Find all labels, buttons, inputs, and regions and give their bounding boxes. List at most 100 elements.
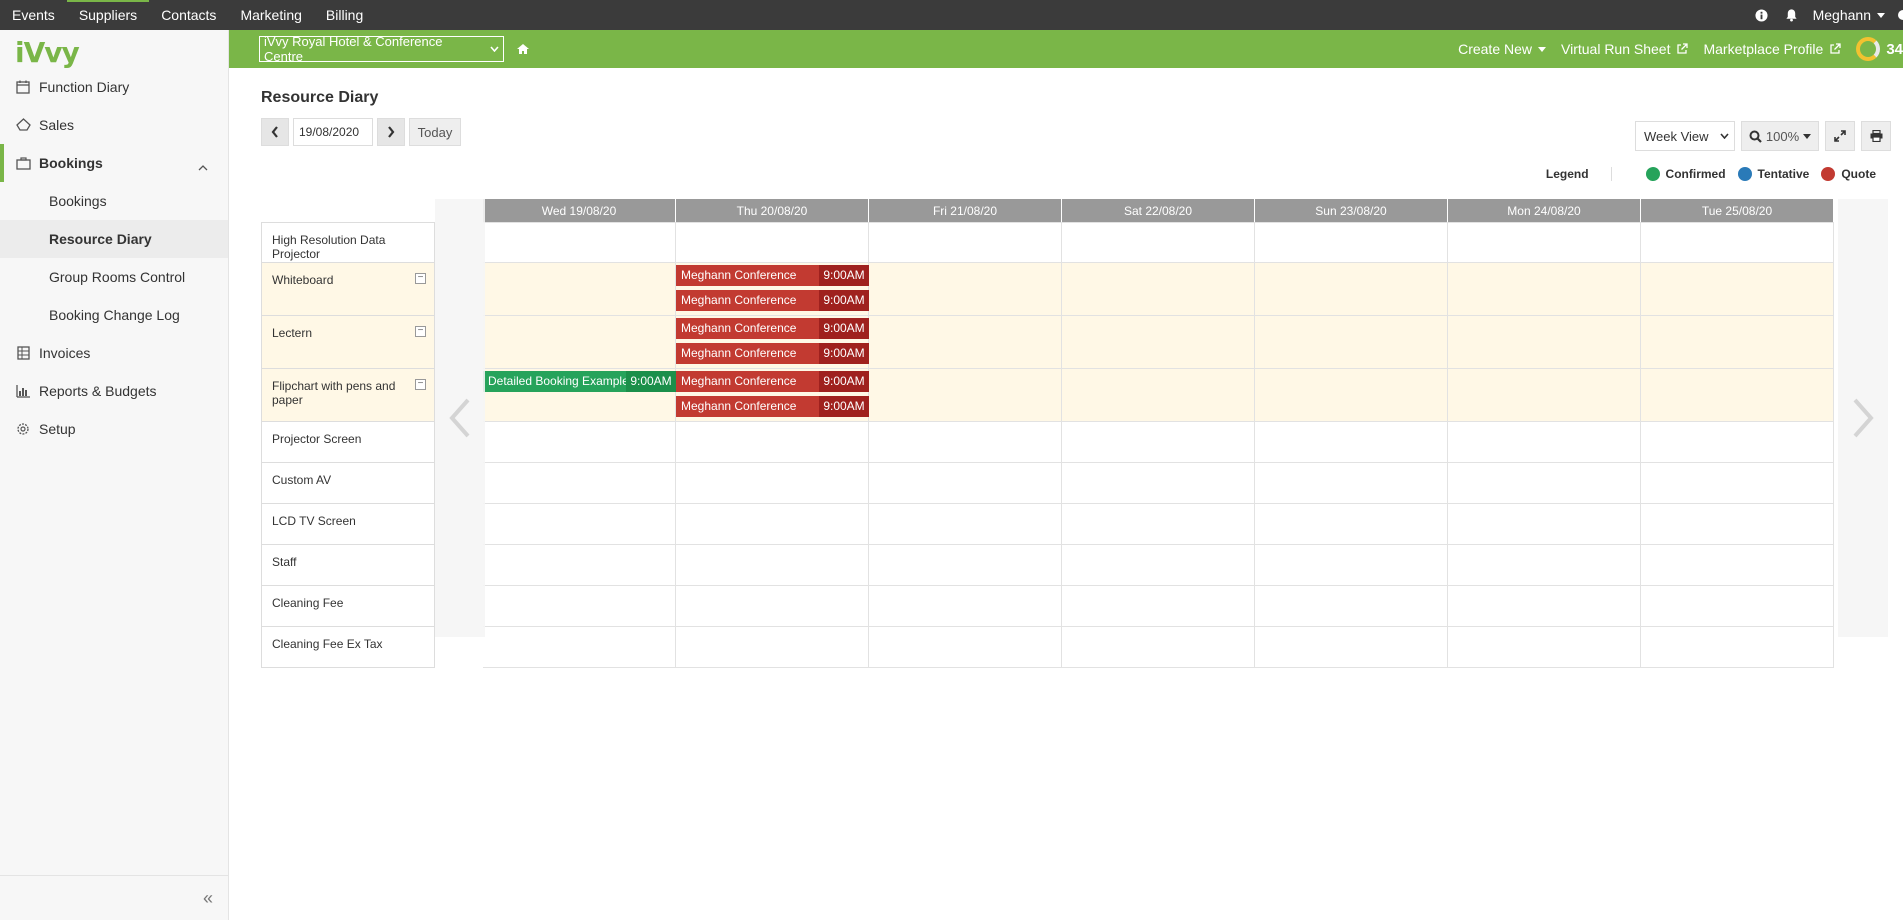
zoom-dropdown[interactable]: 100% bbox=[1741, 121, 1819, 151]
day-cell[interactable] bbox=[676, 504, 869, 544]
sidebar-item-function-diary[interactable]: Function Diary bbox=[0, 68, 228, 106]
day-cell[interactable] bbox=[676, 545, 869, 585]
day-cell[interactable] bbox=[1448, 504, 1641, 544]
day-cell[interactable] bbox=[483, 316, 676, 368]
user-menu[interactable]: Meghann bbox=[1813, 7, 1885, 23]
score-badge[interactable]: 34 bbox=[1856, 37, 1903, 61]
booking-block[interactable]: Meghann Conference 9:00AM bbox=[676, 290, 869, 311]
day-cell[interactable] bbox=[1062, 263, 1255, 315]
scroll-left-button[interactable] bbox=[435, 199, 485, 637]
resource-row[interactable]: Staff bbox=[261, 545, 435, 586]
day-cell[interactable] bbox=[1448, 223, 1641, 262]
day-cell[interactable] bbox=[483, 422, 676, 462]
day-cell[interactable] bbox=[869, 586, 1062, 626]
day-cell[interactable] bbox=[1255, 223, 1448, 262]
day-cell[interactable] bbox=[676, 223, 869, 262]
day-cell[interactable] bbox=[869, 545, 1062, 585]
day-cell[interactable]: Detailed Booking Example 9:00AM bbox=[483, 369, 676, 421]
sidebar-item-reports-budgets[interactable]: Reports & Budgets bbox=[0, 372, 228, 410]
day-cell[interactable] bbox=[1641, 422, 1834, 462]
venue-select[interactable]: iVvy Royal Hotel & Conference Centre bbox=[259, 34, 504, 64]
day-cell[interactable] bbox=[1448, 586, 1641, 626]
sidebar-subitem-booking-change-log[interactable]: Booking Change Log bbox=[0, 296, 228, 334]
bell-icon[interactable] bbox=[1783, 0, 1801, 30]
previous-date-button[interactable] bbox=[261, 118, 289, 146]
day-cell[interactable] bbox=[869, 422, 1062, 462]
sidebar-item-sales[interactable]: Sales bbox=[0, 106, 228, 144]
day-cell[interactable] bbox=[1448, 463, 1641, 503]
nav-billing[interactable]: Billing bbox=[314, 0, 375, 30]
day-cell[interactable] bbox=[676, 627, 869, 667]
resource-row[interactable]: Custom AV bbox=[261, 463, 435, 504]
day-cell[interactable] bbox=[1062, 545, 1255, 585]
day-cell[interactable] bbox=[1641, 504, 1834, 544]
resource-row[interactable]: Lectern − bbox=[261, 316, 435, 369]
day-cell[interactable] bbox=[1448, 545, 1641, 585]
resource-row[interactable]: High Resolution Data Projector bbox=[261, 222, 435, 263]
booking-block[interactable]: Meghann Conference 9:00AM bbox=[676, 343, 869, 364]
sidebar-subitem-bookings[interactable]: Bookings bbox=[0, 182, 228, 220]
day-cell[interactable]: Meghann Conference 9:00AM Meghann Conferen… bbox=[676, 369, 869, 421]
collapse-row-icon[interactable]: − bbox=[415, 273, 426, 284]
booking-block[interactable]: Meghann Conference 9:00AM bbox=[676, 371, 869, 392]
gear-icon[interactable] bbox=[1893, 0, 1903, 30]
booking-block[interactable]: Meghann Conference 9:00AM bbox=[676, 265, 869, 286]
day-cell[interactable] bbox=[1062, 627, 1255, 667]
nav-events[interactable]: Events bbox=[0, 0, 67, 30]
sidebar-subitem-resource-diary[interactable]: Resource Diary bbox=[0, 220, 228, 258]
today-button[interactable]: Today bbox=[409, 118, 461, 146]
day-cell[interactable] bbox=[1255, 627, 1448, 667]
view-select[interactable]: Week View bbox=[1635, 121, 1735, 151]
day-cell[interactable] bbox=[483, 627, 676, 667]
day-cell[interactable] bbox=[1641, 369, 1834, 421]
virtual-run-sheet-link[interactable]: Virtual Run Sheet bbox=[1561, 41, 1689, 57]
fullscreen-button[interactable] bbox=[1825, 121, 1855, 151]
day-cell[interactable] bbox=[1062, 586, 1255, 626]
day-cell[interactable] bbox=[1255, 545, 1448, 585]
collapse-row-icon[interactable]: − bbox=[415, 379, 426, 390]
sidebar-item-invoices[interactable]: Invoices bbox=[0, 334, 228, 372]
day-cell[interactable] bbox=[1255, 422, 1448, 462]
day-cell[interactable] bbox=[483, 463, 676, 503]
day-cell[interactable] bbox=[1641, 263, 1834, 315]
day-cell[interactable] bbox=[1641, 627, 1834, 667]
day-cell[interactable] bbox=[676, 586, 869, 626]
marketplace-profile-link[interactable]: Marketplace Profile bbox=[1703, 41, 1841, 57]
day-cell[interactable] bbox=[1255, 504, 1448, 544]
day-cell[interactable] bbox=[1255, 463, 1448, 503]
ivvy-logo[interactable]: iVvy bbox=[0, 30, 228, 69]
resource-row[interactable]: Flipchart with pens and paper − bbox=[261, 369, 435, 422]
create-new-button[interactable]: Create New bbox=[1458, 41, 1546, 57]
day-cell[interactable] bbox=[1641, 586, 1834, 626]
booking-block[interactable]: Meghann Conference 9:00AM bbox=[676, 396, 869, 417]
next-date-button[interactable] bbox=[377, 118, 405, 146]
day-cell[interactable] bbox=[869, 627, 1062, 667]
day-cell[interactable] bbox=[1255, 369, 1448, 421]
resource-row[interactable]: Cleaning Fee bbox=[261, 586, 435, 627]
day-cell[interactable]: Meghann Conference 9:00AM Meghann Conferen… bbox=[676, 263, 869, 315]
day-cell[interactable] bbox=[1062, 463, 1255, 503]
day-cell[interactable] bbox=[1641, 223, 1834, 262]
day-cell[interactable] bbox=[1641, 316, 1834, 368]
print-button[interactable] bbox=[1861, 121, 1891, 151]
day-cell[interactable] bbox=[676, 463, 869, 503]
nav-marketing[interactable]: Marketing bbox=[228, 0, 313, 30]
day-cell[interactable] bbox=[1255, 263, 1448, 315]
collapse-sidebar-button[interactable]: « bbox=[0, 875, 229, 920]
day-cell[interactable] bbox=[869, 263, 1062, 315]
resource-row[interactable]: LCD TV Screen bbox=[261, 504, 435, 545]
day-cell[interactable]: Meghann Conference 9:00AM Meghann Conferen… bbox=[676, 316, 869, 368]
booking-block[interactable]: Meghann Conference 9:00AM bbox=[676, 318, 869, 339]
day-cell[interactable] bbox=[1448, 369, 1641, 421]
scroll-right-button[interactable] bbox=[1838, 199, 1888, 637]
day-cell[interactable] bbox=[1062, 369, 1255, 421]
day-cell[interactable] bbox=[869, 369, 1062, 421]
day-cell[interactable] bbox=[1062, 504, 1255, 544]
day-cell[interactable] bbox=[1448, 627, 1641, 667]
day-cell[interactable] bbox=[1062, 223, 1255, 262]
home-icon[interactable] bbox=[516, 43, 530, 55]
day-cell[interactable] bbox=[483, 504, 676, 544]
collapse-row-icon[interactable]: − bbox=[415, 326, 426, 337]
nav-suppliers[interactable]: Suppliers bbox=[66, 0, 150, 30]
resource-row[interactable]: Projector Screen bbox=[261, 422, 435, 463]
